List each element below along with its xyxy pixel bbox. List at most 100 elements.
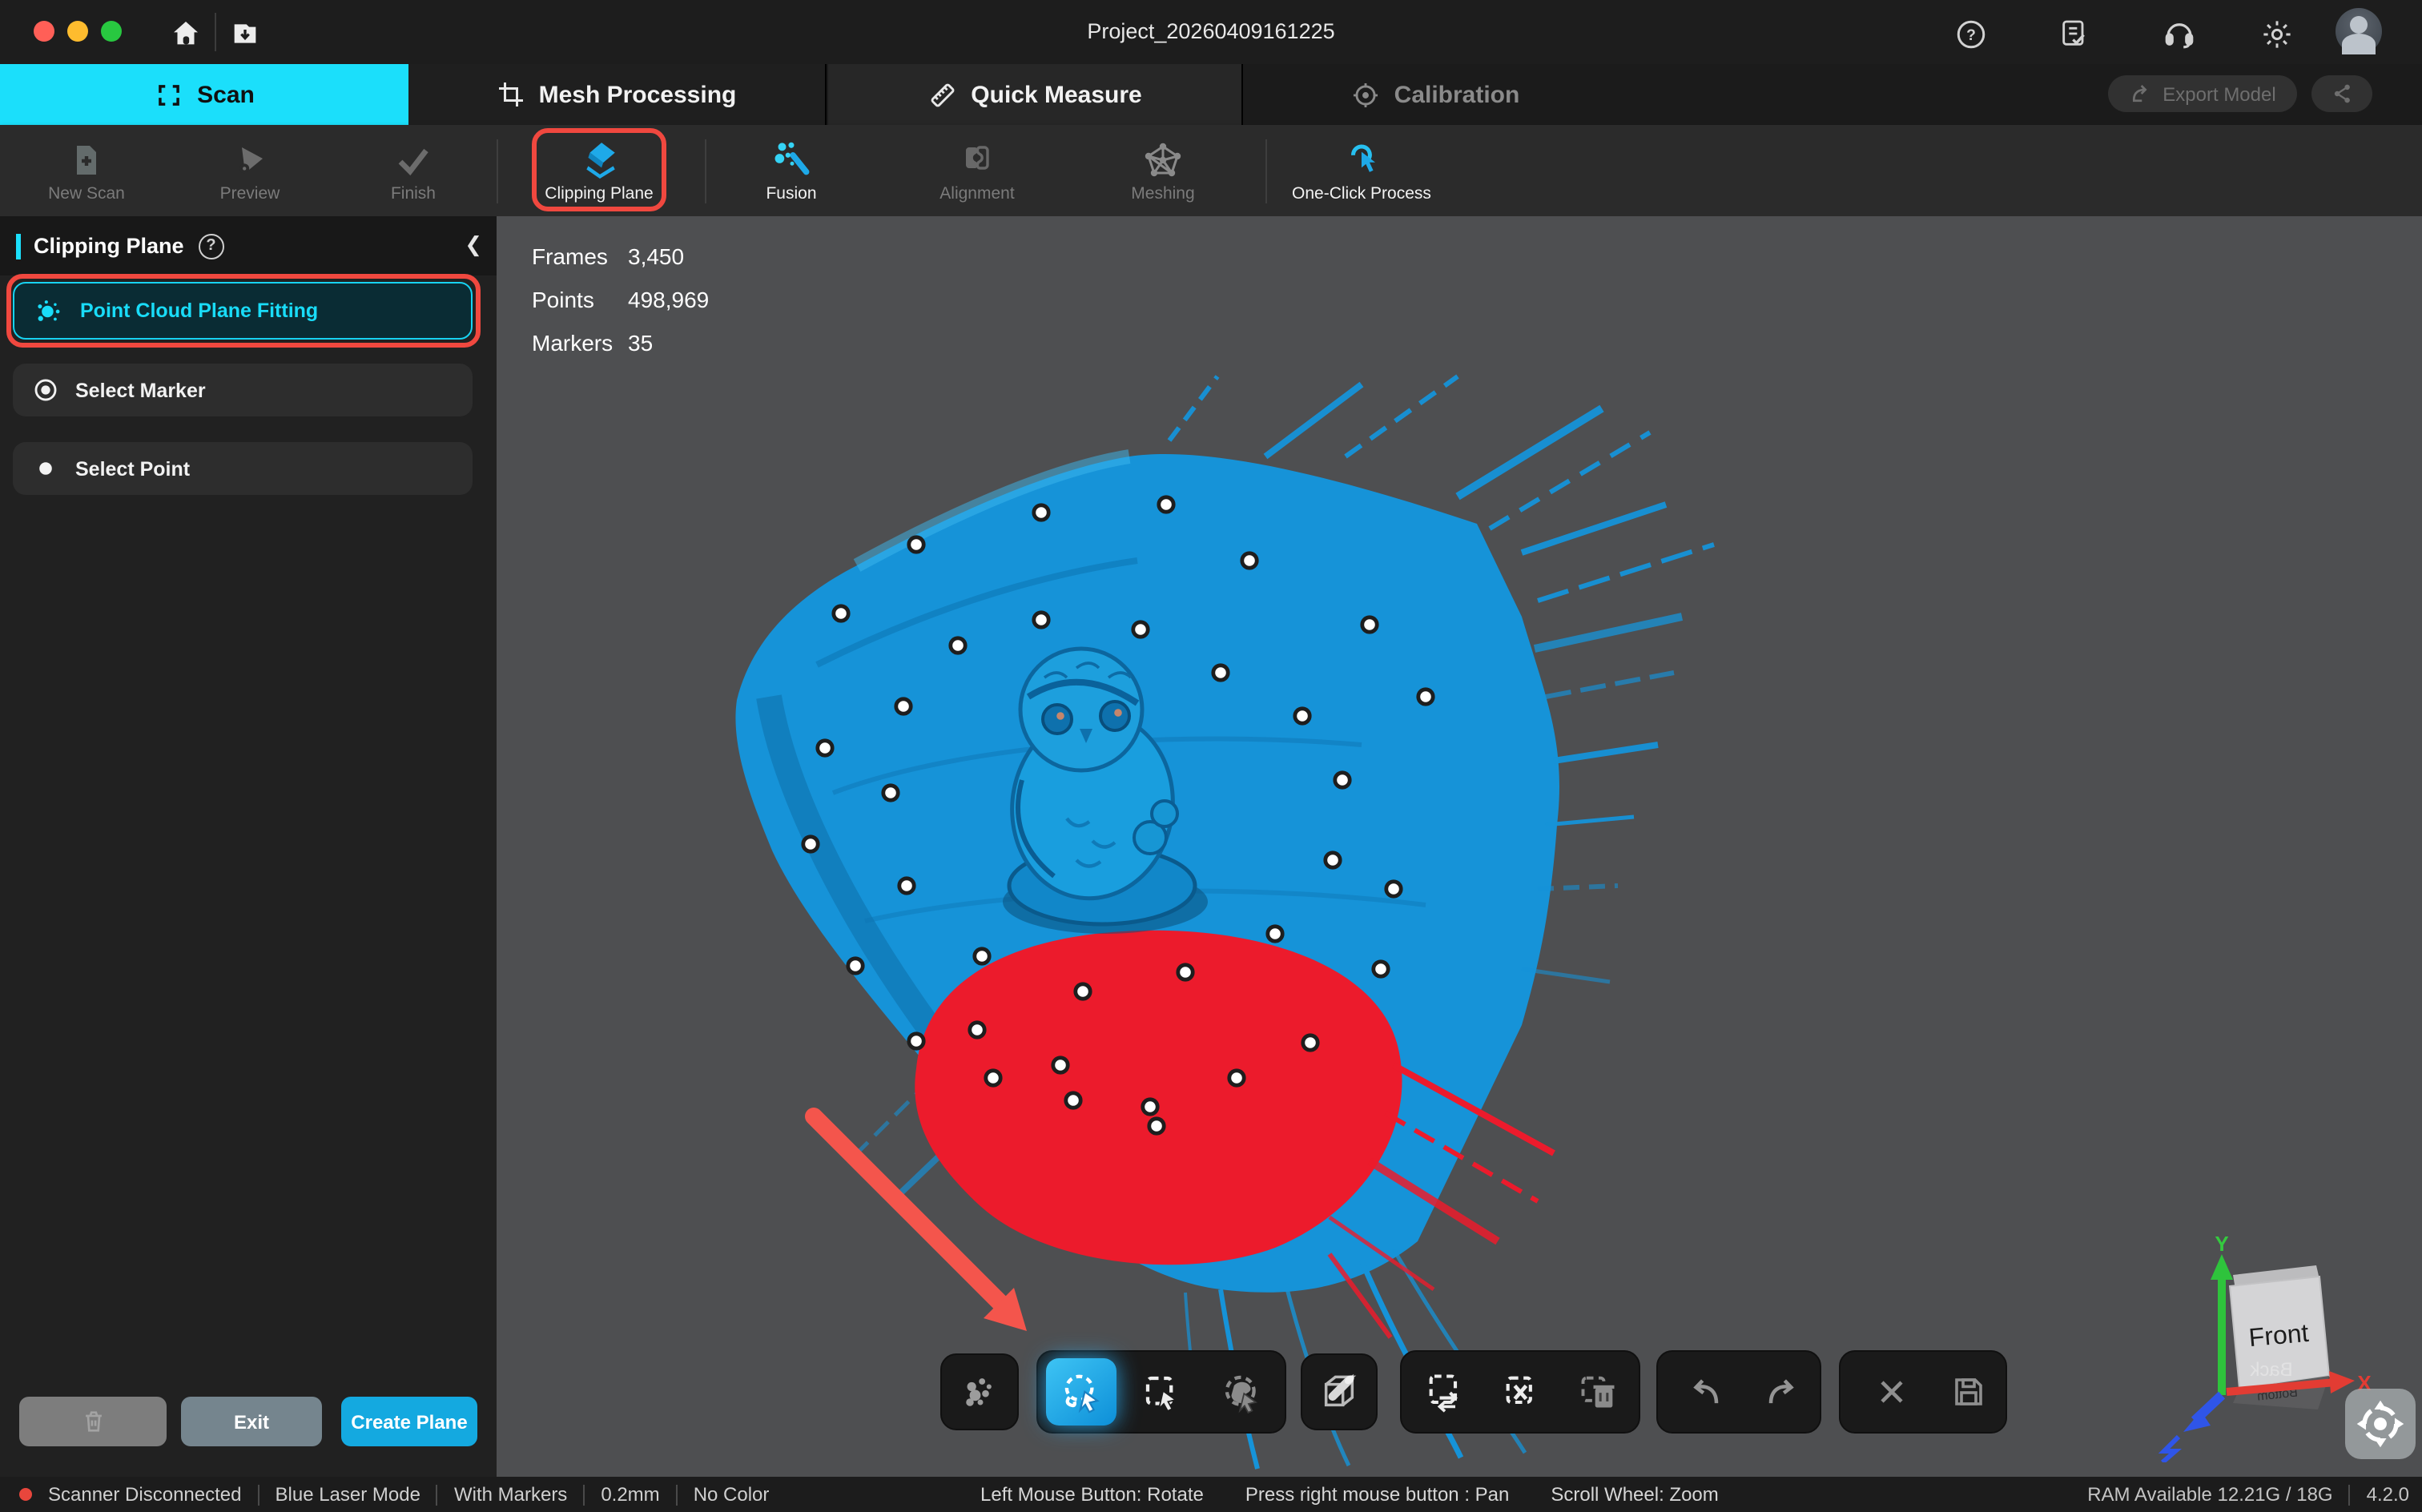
marker-mode: With Markers [454,1483,567,1506]
delete-selection-button[interactable] [1563,1358,1634,1426]
export-model-label: Export Model [2162,82,2275,105]
one-click-icon [1342,139,1382,179]
redo-icon [1760,1371,1802,1413]
selection-ops-group [1400,1350,1640,1434]
mode-tab-bar: Scan Mesh Processing Quick Measure Calib… [0,64,2422,125]
lasso-select-icon [1060,1370,1103,1413]
titlebar: Project_20260409161225 ? [0,0,2422,64]
preview-icon [231,140,269,179]
save-clipping-button[interactable] [1937,1358,2001,1426]
process-toolbar: New Scan Preview Finish Clipping Plane F… [0,125,2422,216]
one-click-process-button[interactable]: One-Click Process [1273,130,1450,213]
toolbar-label: Alignment [939,183,1014,203]
orientation-gizmo[interactable]: Y Front Back Bottom X [2130,1222,2371,1462]
resolution: 0.2mm [601,1483,659,1506]
create-plane-button[interactable]: Create Plane [341,1397,477,1446]
exit-button[interactable]: Exit [181,1397,322,1446]
paint-select-button[interactable] [1206,1358,1277,1426]
point-cloud-icon [34,296,64,326]
finish-check-icon [394,140,432,179]
tab-calibration[interactable]: Calibration [1243,64,1627,125]
stat-points: Points498,969 [532,279,709,322]
tab-mesh-processing[interactable]: Mesh Processing [408,64,827,125]
sidebar-item-label: Select Point [75,457,190,480]
divider [705,139,706,203]
marker-ring-icon [32,376,59,404]
share-button[interactable] [2311,75,2372,112]
cutting-plane-view-button[interactable] [1301,1353,1378,1430]
scanner-status: Scanner Disconnected [48,1483,242,1506]
create-plane-label: Create Plane [351,1410,467,1433]
app-version: 4.2.0 [2367,1483,2409,1506]
sidebar-item-select-marker[interactable]: Select Marker [13,364,473,416]
selection-tools-group [1036,1350,1286,1434]
invert-selection-button[interactable] [1410,1358,1480,1426]
meshing-button[interactable]: Meshing [1094,130,1232,213]
meshing-icon [1144,140,1182,179]
toolbar-label: Clipping Plane [545,184,653,203]
divider [676,1484,678,1505]
panel-help-icon[interactable]: ? [199,233,224,259]
divider [497,139,498,203]
toolbar-label: New Scan [48,183,125,203]
calibration-target-icon [1351,79,1382,110]
undo-button[interactable] [1674,1358,1738,1426]
show-markers-toggle-button[interactable] [940,1353,1019,1430]
toolbar-label: Fusion [766,184,816,203]
divider [437,1484,438,1505]
rectangle-select-button[interactable] [1126,1358,1197,1426]
alignment-icon [958,140,996,179]
tab-scan[interactable]: Scan [0,64,408,125]
deselect-all-button[interactable] [1487,1358,1557,1426]
share-icon [2330,82,2354,106]
toolbar-label: Preview [220,183,280,203]
hint-pan: Press right mouse button : Pan [1245,1483,1510,1506]
delete-selection-icon [1578,1371,1619,1413]
redo-button[interactable] [1749,1358,1813,1426]
sidebar-item-select-point[interactable]: Select Point [13,442,473,495]
stat-markers: Markers35 [532,322,709,365]
3d-viewport[interactable]: Frames3,450 Points498,969 Markers35 [497,216,2422,1477]
confirm-cancel-group [1839,1350,2007,1434]
status-bar: Scanner Disconnected Blue Laser Mode Wit… [0,1477,2422,1512]
collapse-panel-icon[interactable]: ❮ [465,232,482,258]
divider [1265,139,1267,203]
sidebar-item-label: Select Marker [75,379,206,401]
clipping-plane-button[interactable]: Clipping Plane [530,130,668,213]
new-scan-file-icon [67,140,106,179]
reset-view-compass-button[interactable] [2345,1389,2416,1459]
accent-bar [16,233,21,259]
ruler-icon [927,79,958,110]
point-dot-icon [32,455,59,482]
axis-y-label: Y [2215,1232,2228,1256]
release-notes-icon[interactable] [2055,14,2094,53]
divider [2349,1484,2351,1505]
divider [258,1484,260,1505]
ram-available: RAM Available 12.21G / 18G [2087,1483,2332,1506]
preview-button[interactable]: Preview [181,130,319,213]
help-icon[interactable]: ? [1951,14,1990,53]
lasso-select-button[interactable] [1046,1358,1116,1426]
new-scan-button[interactable]: New Scan [18,130,155,213]
cancel-clipping-button[interactable] [1860,1358,1924,1426]
undo-redo-group [1656,1350,1821,1434]
scanner-app-window: Project_20260409161225 ? Scan Mesh Proce… [0,0,2422,1512]
compass-icon [2353,1397,2408,1451]
scan-stats: Frames3,450 Points498,969 Markers35 [532,235,709,365]
toolbar-label: Finish [391,183,436,203]
stat-frames: Frames3,450 [532,235,709,279]
export-model-button[interactable]: Export Model [2108,75,2297,112]
fusion-button[interactable]: Fusion [722,130,860,213]
support-headset-icon[interactable] [2159,14,2198,53]
user-avatar[interactable] [2336,8,2382,54]
settings-gear-icon[interactable] [2257,14,2295,53]
finish-button[interactable]: Finish [344,130,482,213]
laser-mode: Blue Laser Mode [276,1483,420,1506]
crop-icon [497,80,526,109]
delete-plane-button[interactable] [19,1397,167,1446]
toolbar-label: Meshing [1131,183,1194,203]
tab-quick-measure[interactable]: Quick Measure [828,64,1243,125]
sidebar-item-point-cloud-plane-fitting[interactable]: Point Cloud Plane Fitting [13,282,473,340]
alignment-button[interactable]: Alignment [908,130,1046,213]
trash-icon [79,1408,107,1435]
